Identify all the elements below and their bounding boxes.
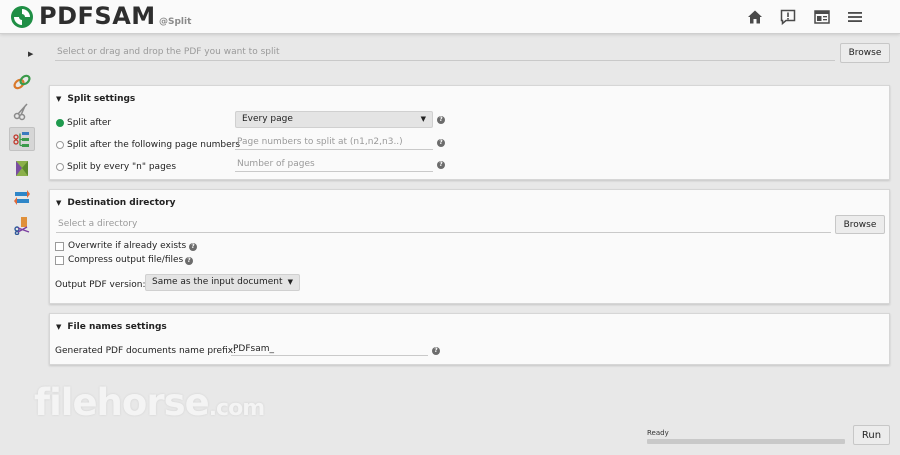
page-numbers-input[interactable] <box>235 134 433 150</box>
menu-icon[interactable] <box>846 8 864 26</box>
watermark-text: filehorse <box>34 381 210 424</box>
filehorse-watermark: filehorse.com <box>34 381 265 424</box>
status-text: Ready <box>647 429 669 437</box>
split-by-bookmarks-icon[interactable] <box>9 99 35 123</box>
run-button[interactable]: Run <box>853 425 890 445</box>
news-icon[interactable] <box>813 8 831 26</box>
pdfsam-logo-icon <box>11 6 33 28</box>
dropdown-caret-icon: ▼ <box>287 278 293 286</box>
app-header: PDFSAM @Split <box>0 0 900 34</box>
home-icon[interactable] <box>746 8 764 26</box>
help-icon[interactable]: ? <box>437 139 445 147</box>
destination-title: Destination directory <box>67 198 176 208</box>
help-icon[interactable]: ? <box>437 161 445 169</box>
module-label: @Split <box>159 17 192 27</box>
page-numbers-label: Split after the following page numbers <box>67 140 241 150</box>
split-settings-title: Split settings <box>67 94 136 104</box>
every-n-pages-radio[interactable] <box>56 163 64 171</box>
destination-header[interactable]: ▼ Destination directory <box>56 198 176 208</box>
pdf-selection-bar: Browse <box>49 43 891 63</box>
collapse-triangle-icon: ▼ <box>56 323 62 331</box>
split-after-label: Split after <box>67 118 112 128</box>
name-prefix-label: Generated PDF documents name prefix: <box>55 346 237 356</box>
every-n-pages-label: Split by every "n" pages <box>67 162 177 172</box>
output-version-select[interactable]: Same as the input document ▼ <box>145 274 300 291</box>
help-icon[interactable]: ? <box>432 347 440 355</box>
destination-panel: ▼ Destination directory Browse Overwrite … <box>49 189 890 304</box>
compress-label: Compress output file/files <box>68 255 184 265</box>
output-version-value: Same as the input document <box>152 277 283 287</box>
browse-pdf-button[interactable]: Browse <box>840 43 890 63</box>
name-prefix-input[interactable] <box>231 342 428 356</box>
destination-directory-input[interactable] <box>56 216 831 233</box>
collapse-triangle-icon: ▼ <box>56 95 62 103</box>
rotate-icon[interactable] <box>9 185 35 209</box>
split-settings-header[interactable]: ▼ Split settings <box>56 94 135 104</box>
help-icon[interactable]: ? <box>437 116 445 124</box>
extract-icon[interactable] <box>9 213 35 237</box>
file-names-panel: ▼ File names settings Generated PDF docum… <box>49 313 890 365</box>
merge-icon[interactable] <box>9 70 35 94</box>
progress-bar <box>647 439 845 444</box>
compress-checkbox[interactable] <box>55 256 64 265</box>
pdf-file-input[interactable] <box>55 43 835 61</box>
app-logo-text: PDFSAM <box>39 2 156 30</box>
watermark-suffix: .com <box>208 396 265 421</box>
output-version-label: Output PDF version: <box>55 280 146 290</box>
dropdown-caret-icon: ▼ <box>420 115 426 123</box>
split-after-radio[interactable] <box>56 119 64 127</box>
split-icon[interactable] <box>9 127 35 151</box>
file-names-title: File names settings <box>67 322 167 332</box>
every-n-pages-input[interactable] <box>235 156 433 172</box>
expand-sidebar-icon[interactable]: ▶ <box>28 50 33 58</box>
collapse-triangle-icon: ▼ <box>56 199 62 207</box>
feedback-icon[interactable] <box>779 8 797 26</box>
file-names-header[interactable]: ▼ File names settings <box>56 322 167 332</box>
split-after-select[interactable]: Every page ▼ <box>235 111 433 128</box>
overwrite-checkbox[interactable] <box>55 242 64 251</box>
split-after-value: Every page <box>242 114 293 124</box>
alternate-mix-icon[interactable] <box>9 156 35 180</box>
help-icon[interactable]: ? <box>189 243 197 251</box>
page-numbers-radio[interactable] <box>56 141 64 149</box>
overwrite-label: Overwrite if already exists <box>68 241 187 251</box>
split-settings-panel: ▼ Split settings Split after Every page ▼… <box>49 85 890 180</box>
help-icon[interactable]: ? <box>185 257 193 265</box>
browse-directory-button[interactable]: Browse <box>835 215 885 234</box>
